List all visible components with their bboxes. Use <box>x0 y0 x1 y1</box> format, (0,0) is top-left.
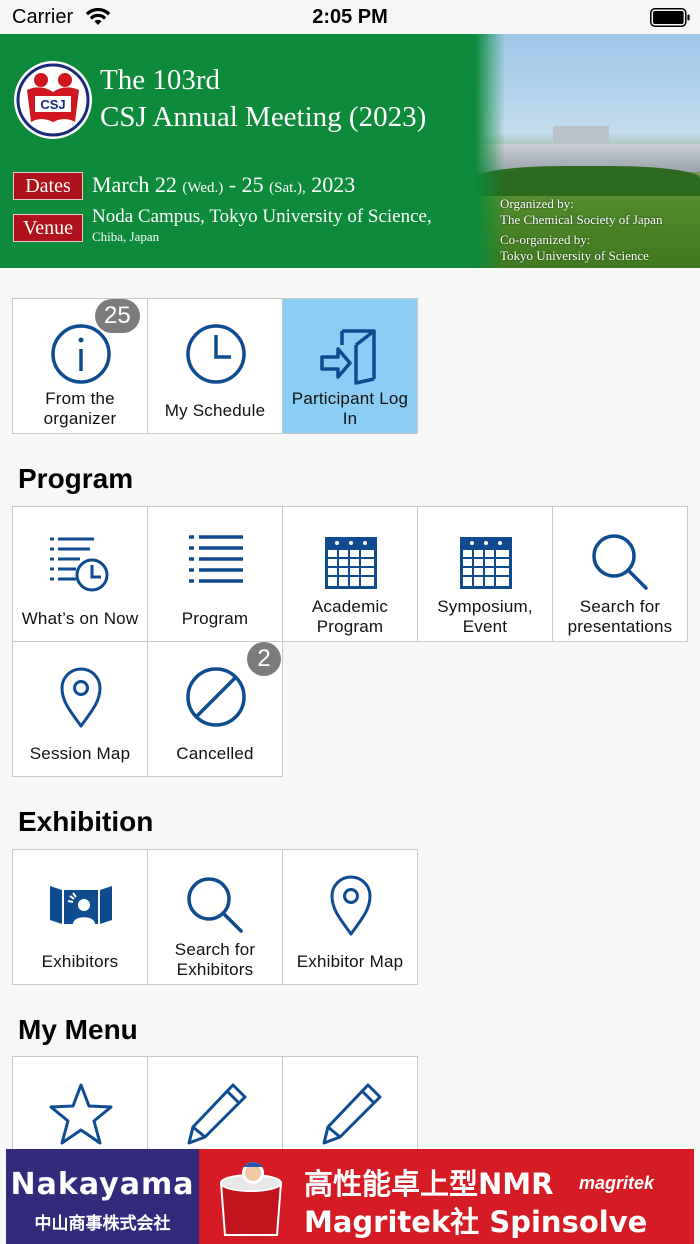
symposium-event-button[interactable]: Symposium, Event <box>417 506 553 642</box>
ad-company-panel: Nakayama 中山商事株式会社 <box>6 1149 199 1244</box>
participant-login-button[interactable]: Participant Log In <box>282 298 418 434</box>
program-label: Program <box>181 609 249 628</box>
program-section-title: Program <box>18 463 134 494</box>
exhibitors-button[interactable]: Exhibitors <box>12 849 148 985</box>
from-organizer-label: From the organizer <box>43 389 117 428</box>
banner-title-line1: The 103rd <box>100 64 220 96</box>
dates-start-day: (Wed.) <box>182 180 224 196</box>
my-schedule-button[interactable]: My Schedule <box>147 298 283 434</box>
session-map-label: Session Map <box>29 744 131 763</box>
search-exhibitors-label: Search for Exhibitors <box>174 940 256 979</box>
whats-on-now-button[interactable]: What’s on Now <box>12 506 148 642</box>
symposium-event-label: Symposium, Event <box>437 597 533 636</box>
map-pin-icon <box>60 667 102 728</box>
ad-line-2: Magritek社 Spinsolve <box>304 1205 648 1239</box>
pencil-icon <box>322 1083 382 1145</box>
venue-tag: Venue <box>13 214 83 242</box>
cancelled-button[interactable]: Cancelled 2 <box>147 641 283 777</box>
cancel-icon <box>186 667 246 727</box>
academic-program-button[interactable]: Academic Program <box>282 506 418 642</box>
star-icon <box>49 1083 113 1145</box>
exhibitor-map-button[interactable]: Exhibitor Map <box>282 849 418 985</box>
ad-company-name: Nakayama <box>10 1167 195 1202</box>
ad-product-panel: 高性能卓上型NMR Magritek社 Spinsolve magritek <box>199 1149 694 1244</box>
search-presentations-button[interactable]: Search for presentations <box>552 506 688 642</box>
map-pin-icon <box>330 875 372 936</box>
notification-badge: 25 <box>95 299 140 333</box>
advertisement-banner[interactable]: Nakayama 中山商事株式会社 高性能卓上型NMR Magritek社 Sp… <box>6 1149 694 1244</box>
ad-line-1: 高性能卓上型NMR <box>304 1167 554 1201</box>
dates-start: March 22 <box>92 172 177 197</box>
organized-by: The Chemical Society of Japan <box>500 212 663 227</box>
from-organizer-button[interactable]: From the organizer 25 <box>12 298 148 434</box>
calendar-icon <box>325 537 377 589</box>
venue-line2: Chiba, Japan <box>92 229 160 244</box>
meeting-banner: Organized by: The Chemical Society of Ja… <box>0 34 700 268</box>
search-icon <box>187 877 243 933</box>
dates-tag: Dates <box>13 172 83 200</box>
dates-separator: - <box>228 172 237 197</box>
session-map-button[interactable]: Session Map <box>12 641 148 777</box>
exhibitors-label: Exhibitors <box>41 952 119 971</box>
my-menu-section-title: My Menu <box>18 1014 138 1045</box>
organized-label: Organized by: <box>500 196 574 211</box>
campus-photo: Organized by: The Chemical Society of Ja… <box>475 34 700 268</box>
cancelled-badge: 2 <box>247 642 281 676</box>
dates-end-day: (Sat.), <box>269 180 306 196</box>
exhibitor-icon <box>50 886 112 924</box>
banner-dates: March 22 (Wed.) - 25 (Sat.), 2023 <box>92 172 355 198</box>
login-icon <box>320 329 376 385</box>
academic-program-label: Academic Program <box>311 597 389 636</box>
my-schedule-label: My Schedule <box>164 401 266 420</box>
list-clock-icon <box>50 537 109 592</box>
pencil-icon <box>187 1083 247 1145</box>
search-exhibitors-button[interactable]: Search for Exhibitors <box>147 849 283 985</box>
ad-brand-logo: magritek <box>579 1173 655 1193</box>
nmr-device-illustration <box>219 1162 283 1236</box>
exhibition-section-title: Exhibition <box>18 806 154 837</box>
program-list-button[interactable]: Program <box>147 506 283 642</box>
csj-logo: CSJ <box>14 61 92 139</box>
participant-login-label: Participant Log In <box>291 389 409 428</box>
battery-icon <box>650 8 690 27</box>
clock-icon <box>186 324 246 384</box>
search-icon <box>592 534 648 590</box>
calendar-icon <box>460 537 512 589</box>
whats-on-now-label: What’s on Now <box>21 609 139 628</box>
photo-trees <box>475 166 700 196</box>
coorganized-label: Co-organized by: <box>500 232 591 247</box>
cancelled-label: Cancelled <box>176 744 254 763</box>
ad-company-jp: 中山商事株式会社 <box>34 1214 171 1234</box>
exhibitor-map-label: Exhibitor Map <box>296 952 404 971</box>
status-time: 2:05 PM <box>312 6 388 28</box>
logo-text: CSJ <box>40 97 65 112</box>
status-bar: Carrier 2:05 PM <box>0 0 700 34</box>
venue-line1: Noda Campus, Tokyo University of Science… <box>92 206 432 227</box>
dates-year: 2023 <box>311 172 356 197</box>
dates-end: 25 <box>241 172 264 197</box>
coorganized-by: Tokyo University of Science <box>500 248 649 263</box>
banner-title-line2: CSJ Annual Meeting (2023) <box>100 101 427 133</box>
search-presentations-label: Search for presentations <box>567 597 673 636</box>
list-icon <box>189 535 243 583</box>
